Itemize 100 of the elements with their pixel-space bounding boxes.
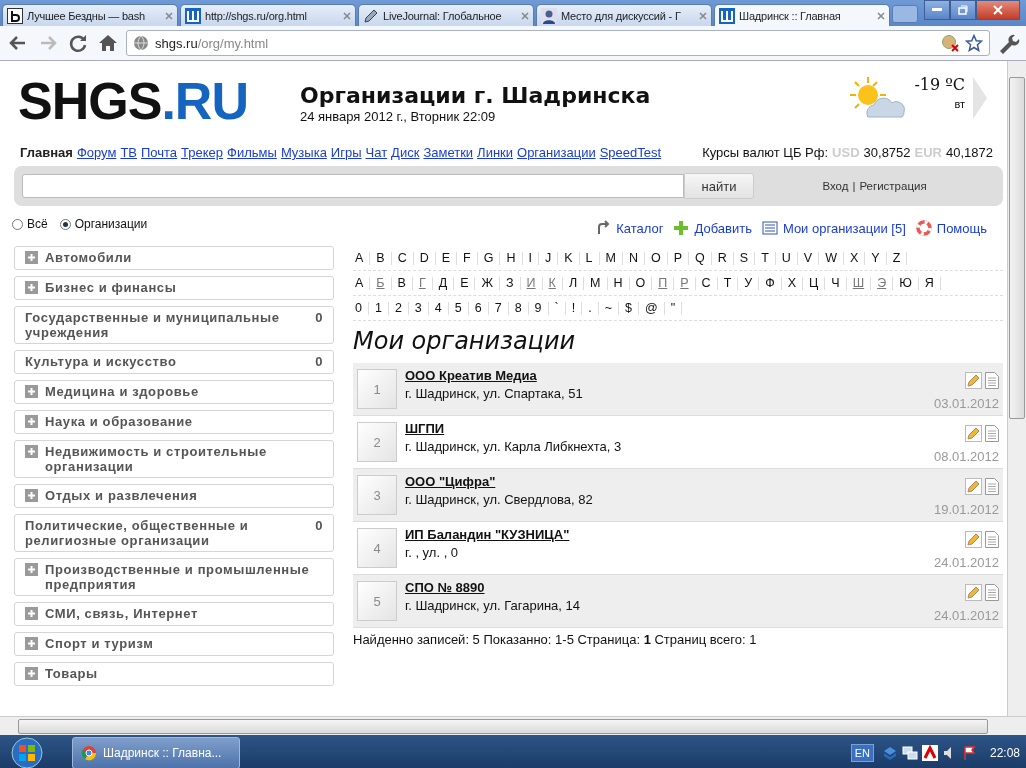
- language-indicator[interactable]: EN: [850, 743, 874, 762]
- letter-link[interactable]: ": [664, 301, 683, 315]
- category-item[interactable]: Товары: [14, 662, 334, 686]
- close-icon[interactable]: [521, 11, 529, 20]
- letter-link[interactable]: Q: [689, 251, 712, 265]
- action-link[interactable]: Мои организации [5]: [782, 220, 906, 236]
- organization-link[interactable]: ООО Креатив Медиа: [405, 368, 926, 383]
- close-icon[interactable]: [699, 11, 707, 20]
- category-item[interactable]: Бизнес и финансы: [14, 276, 334, 300]
- letter-link[interactable]: I: [522, 251, 539, 265]
- letter-link[interactable]: П: [652, 276, 675, 290]
- nav-link[interactable]: Диск: [391, 145, 420, 160]
- nav-link[interactable]: Чат: [365, 145, 388, 160]
- letter-link[interactable]: P: [667, 251, 690, 265]
- category-label[interactable]: Государственные и муниципальные учреждения: [25, 310, 309, 340]
- category-label[interactable]: Автомобили: [45, 250, 323, 266]
- category-item[interactable]: Культура и искусство 0: [14, 350, 334, 374]
- nav-link[interactable]: Главная: [20, 145, 73, 160]
- expand-icon[interactable]: [25, 445, 38, 458]
- letter-link[interactable]: В: [391, 276, 413, 290]
- nav-link[interactable]: Организации: [517, 145, 596, 160]
- letter-link[interactable]: ~: [598, 301, 619, 315]
- nav-link[interactable]: SpeedTest: [599, 145, 662, 160]
- letter-link[interactable]: Д: [432, 276, 455, 290]
- letter-link[interactable]: Ч: [825, 276, 847, 290]
- nav-link[interactable]: Музыка: [280, 145, 327, 160]
- letter-link[interactable]: З: [500, 276, 521, 290]
- letter-link[interactable]: T: [755, 251, 776, 265]
- document-icon[interactable]: [985, 531, 999, 548]
- site-logo[interactable]: SHGS.RU: [18, 75, 300, 137]
- letter-link[interactable]: .: [582, 301, 599, 315]
- edit-icon[interactable]: [965, 425, 982, 442]
- letter-link[interactable]: 5: [448, 301, 469, 315]
- browser-tab[interactable]: http://shgs.ru/org.html: [180, 4, 356, 26]
- close-icon[interactable]: [343, 11, 351, 20]
- letter-link[interactable]: V: [797, 251, 820, 265]
- letter-link[interactable]: О: [629, 276, 653, 290]
- letter-link[interactable]: !: [565, 301, 583, 315]
- scroll-thumb[interactable]: [18, 718, 988, 734]
- letter-link[interactable]: 9: [528, 301, 549, 315]
- letter-link[interactable]: К: [542, 276, 563, 290]
- letter-link[interactable]: Я: [918, 276, 941, 290]
- nav-link[interactable]: Игры: [330, 145, 362, 160]
- browser-tab[interactable]: Место для дискуссий - Г: [536, 4, 712, 26]
- letter-link[interactable]: D: [413, 251, 436, 265]
- taskbar-button[interactable]: Шадринск :: Главна...: [72, 736, 240, 768]
- letter-link[interactable]: N: [622, 251, 645, 265]
- letter-link[interactable]: С: [695, 276, 718, 290]
- category-item[interactable]: Отдых и развлечения: [14, 484, 334, 508]
- category-item[interactable]: Политические, общественные и религиозные организации 0: [14, 514, 334, 552]
- star-icon[interactable]: [965, 34, 983, 52]
- close-icon[interactable]: [877, 11, 885, 20]
- organization-link[interactable]: ИП Баландин "КУЗНИЦА": [405, 527, 926, 542]
- letter-link[interactable]: Y: [865, 251, 887, 265]
- document-icon[interactable]: [985, 425, 999, 442]
- category-label[interactable]: Культура и искусство: [25, 354, 309, 370]
- letter-link[interactable]: E: [435, 251, 458, 265]
- edit-icon[interactable]: [965, 584, 982, 601]
- horizontal-scrollbar[interactable]: [0, 716, 1026, 735]
- letter-link[interactable]: М: [584, 276, 608, 290]
- letter-link[interactable]: K: [558, 251, 580, 265]
- organization-link[interactable]: ШГПИ: [405, 421, 926, 436]
- nav-link[interactable]: Фильмы: [227, 145, 277, 160]
- document-icon[interactable]: [985, 584, 999, 601]
- category-item[interactable]: Автомобили: [14, 246, 334, 270]
- search-button[interactable]: найти: [684, 173, 754, 199]
- letter-link[interactable]: G: [477, 251, 501, 265]
- category-label[interactable]: Производственные и промышленные предприятия: [45, 562, 323, 592]
- nav-link[interactable]: Почта: [141, 145, 178, 160]
- category-item[interactable]: Медицина и здоровье: [14, 380, 334, 404]
- category-item[interactable]: Государственные и муниципальные учреждения 0: [14, 306, 334, 344]
- nav-link[interactable]: Трекер: [181, 145, 224, 160]
- letter-link[interactable]: 8: [508, 301, 529, 315]
- expand-icon[interactable]: [25, 607, 38, 620]
- expand-icon[interactable]: [25, 489, 38, 502]
- login-link[interactable]: Вход: [822, 180, 849, 192]
- category-label[interactable]: Товары: [45, 666, 323, 682]
- organization-link[interactable]: ООО "Цифра": [405, 474, 926, 489]
- letter-link[interactable]: Ю: [893, 276, 919, 290]
- letter-link[interactable]: H: [500, 251, 523, 265]
- edit-icon[interactable]: [965, 372, 982, 389]
- category-item[interactable]: Спорт и туризм: [14, 632, 334, 656]
- category-label[interactable]: Наука и образование: [45, 414, 323, 430]
- letter-link[interactable]: 3: [408, 301, 429, 315]
- close-button[interactable]: [976, 0, 1020, 20]
- radio-label[interactable]: Всё: [27, 217, 48, 231]
- expand-icon[interactable]: [25, 415, 38, 428]
- letter-link[interactable]: И: [520, 276, 543, 290]
- category-label[interactable]: Недвижимость и строительные организации: [45, 444, 323, 474]
- expand-icon[interactable]: [25, 637, 38, 650]
- action-link[interactable]: Каталог: [616, 220, 664, 236]
- letter-link[interactable]: 7: [488, 301, 509, 315]
- expand-icon[interactable]: [25, 667, 38, 680]
- radio-button[interactable]: [12, 218, 23, 230]
- letter-link[interactable]: M: [599, 251, 623, 265]
- expand-icon[interactable]: [25, 563, 38, 576]
- search-field[interactable]: [22, 174, 684, 198]
- cookie-icon[interactable]: [941, 34, 959, 52]
- edit-icon[interactable]: [965, 478, 982, 495]
- vertical-scrollbar[interactable]: [1007, 61, 1026, 716]
